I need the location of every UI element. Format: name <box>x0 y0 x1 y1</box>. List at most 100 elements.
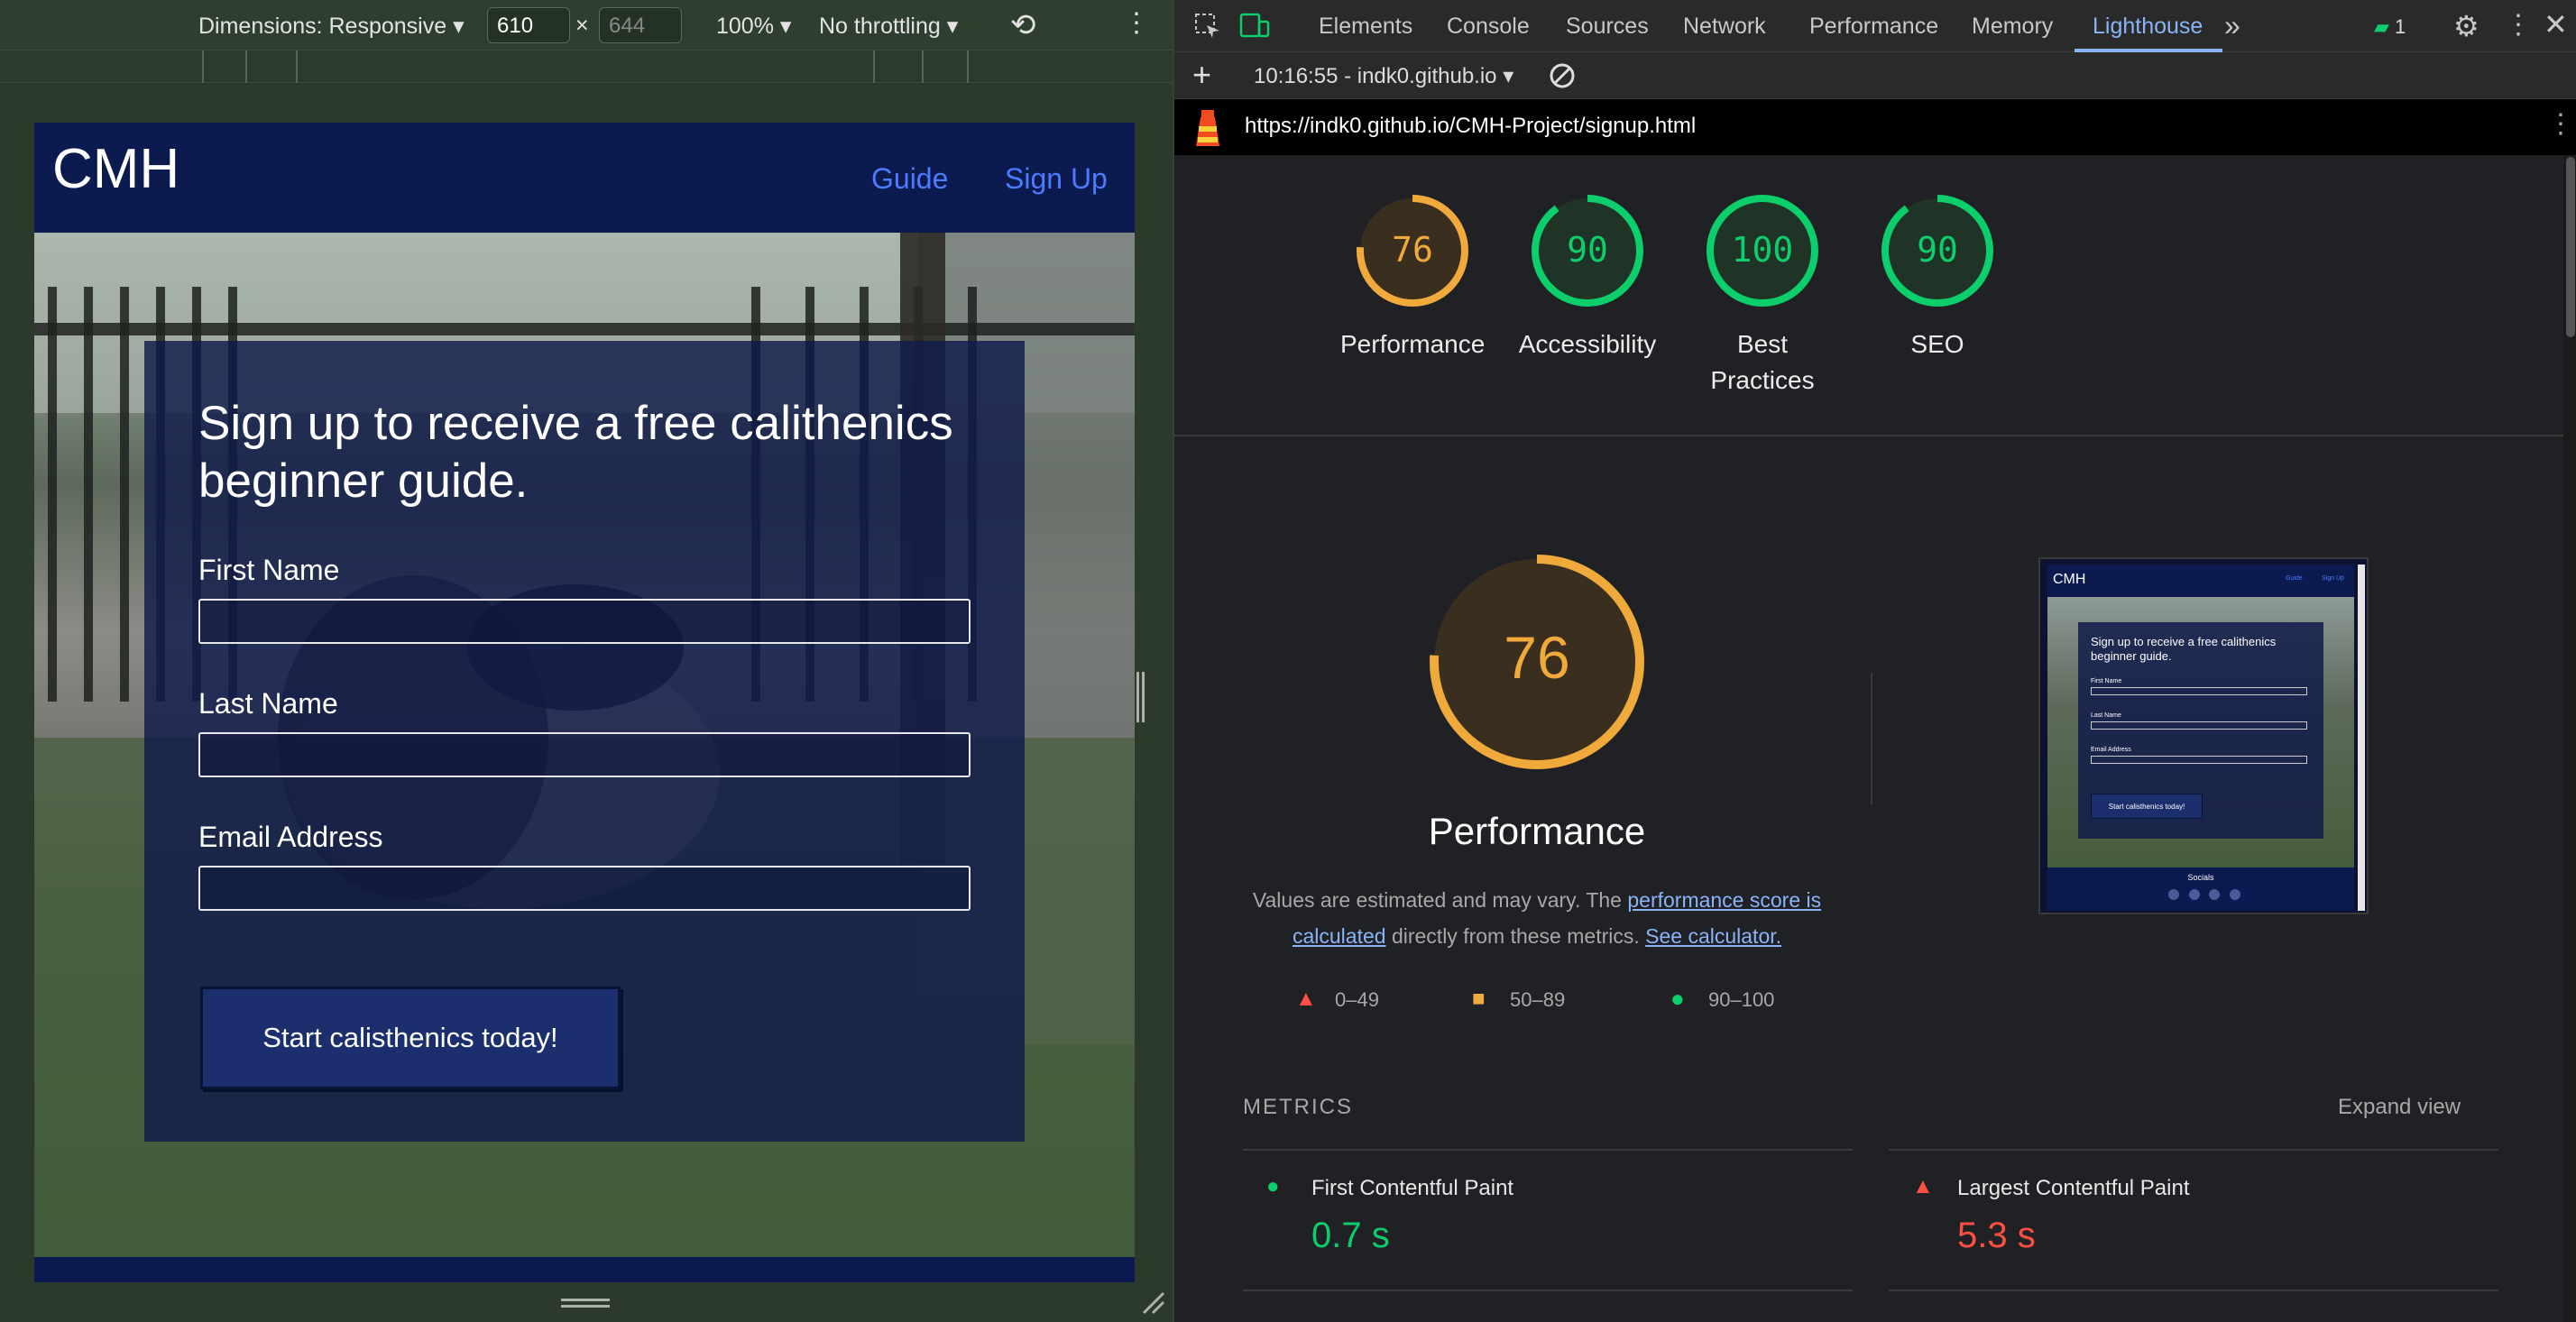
scrollbar-thumb[interactable] <box>2566 157 2575 337</box>
thumb-navbar: CMH Guide Sign Up <box>2047 565 2354 597</box>
tab-memory[interactable]: Memory <box>1972 14 2053 40</box>
nav-link-guide[interactable]: Guide <box>871 162 948 196</box>
dropdown-arrow-icon: ▾ <box>946 14 959 39</box>
metric-lcp-name: Largest Contentful Paint <box>1957 1176 2190 1200</box>
desc-text: Values are estimated and may vary. The <box>1252 888 1628 912</box>
thumb-label: First Name <box>2091 678 2122 684</box>
metric-fcp-value: 0.7 s <box>1311 1216 1390 1255</box>
thumb-nav-signup: Sign Up <box>2322 575 2344 582</box>
report-menu-icon[interactable]: ⋮ <box>2547 108 2574 140</box>
last-name-input[interactable] <box>198 732 971 777</box>
fail-triangle-icon: ▲ <box>1295 987 1317 1011</box>
device-toolbar-icon[interactable] <box>1239 13 1270 40</box>
thumb-footer: Socials <box>2047 868 2354 911</box>
first-name-input[interactable] <box>198 599 971 644</box>
thumb-nav-guide: Guide <box>2286 575 2303 582</box>
width-input[interactable]: 610 <box>487 7 570 43</box>
issues-badge[interactable]: ▰ 1 <box>2374 15 2406 39</box>
site-footer <box>34 1257 1135 1282</box>
gauge-ring: 90 <box>1532 195 1643 307</box>
tab-lighthouse[interactable]: Lighthouse <box>2093 14 2203 40</box>
height-input[interactable]: 644 <box>599 7 682 43</box>
performance-description: Values are estimated and may vary. The p… <box>1210 882 1863 954</box>
social-icon <box>2209 889 2221 900</box>
close-devtools-icon[interactable]: ✕ <box>2544 7 2568 41</box>
gauge-label: Performance <box>1340 330 1486 358</box>
report-url[interactable]: https://indk0.github.io/CMH-Project/sign… <box>1245 114 1696 139</box>
report-time: 10:16:55 - indk0.github.io <box>1254 64 1497 88</box>
zoom-dropdown[interactable]: 100% ▾ <box>716 13 791 40</box>
rotate-icon[interactable]: ⟲ <box>1010 7 1036 43</box>
final-screenshot-thumbnail[interactable]: CMH Guide Sign Up Sign up to receive a f… <box>2038 557 2369 914</box>
devtools-panel: Elements Console Sources Network Perform… <box>1173 0 2576 1322</box>
more-tabs-icon[interactable]: » <box>2224 9 2240 42</box>
metric-fcp-name: First Contentful Paint <box>1311 1176 1514 1200</box>
report-url-bar: https://indk0.github.io/CMH-Project/sign… <box>1174 99 2576 155</box>
clear-reports-icon[interactable] <box>1548 61 1577 90</box>
dimensions-dropdown[interactable]: Dimensions: Responsive ▾ <box>198 13 465 40</box>
throttling-dropdown[interactable]: No throttling ▾ <box>819 13 958 40</box>
customize-menu-icon[interactable]: ⋮ <box>2505 9 2532 41</box>
performance-big-gauge: 76 <box>1430 555 1644 769</box>
new-report-icon[interactable]: + <box>1192 56 1211 94</box>
times-sign: × <box>575 13 589 38</box>
resize-handle-right[interactable] <box>1136 672 1145 722</box>
thumb-input <box>2091 756 2307 764</box>
more-options-icon[interactable]: ⋮ <box>1123 7 1150 39</box>
tab-console[interactable]: Console <box>1447 14 1530 40</box>
score-gauge-best-practices[interactable]: 100 Best Practices <box>1672 191 1853 399</box>
performance-big-score: 76 <box>1504 624 1569 691</box>
tab-elements[interactable]: Elements <box>1319 14 1412 40</box>
divider <box>1889 1149 2498 1151</box>
resize-corner-icon[interactable] <box>1140 1290 1167 1317</box>
resize-handle-bottom[interactable] <box>561 1299 610 1309</box>
divider <box>1174 435 2563 436</box>
thumb-social-icons <box>2168 889 2240 900</box>
pass-circle-icon: ● <box>1266 1174 1280 1198</box>
gauge-score: 90 <box>1567 230 1608 270</box>
score-legend: ▲ 0–49 ■ 50–89 ● 90–100 <box>1295 985 1836 1021</box>
divider <box>1889 1290 2498 1291</box>
thumb-button: Start calisthenics today! <box>2091 794 2203 819</box>
social-icon <box>2168 889 2179 900</box>
site-logo[interactable]: CMH <box>52 137 179 201</box>
nav-link-sign-up[interactable]: Sign Up <box>1005 162 1108 196</box>
score-gauge-accessibility[interactable]: 90 Accessibility <box>1497 191 1678 363</box>
start-calisthenics-button[interactable]: Start calisthenics today! <box>200 987 621 1089</box>
thumb-label: Last Name <box>2091 712 2121 719</box>
thumb-label: Email Address <box>2091 747 2131 753</box>
media-query-bar[interactable] <box>0 50 1173 83</box>
tab-network[interactable]: Network <box>1683 14 1766 40</box>
report-scrollbar[interactable] <box>2563 155 2576 1322</box>
email-input[interactable] <box>198 866 971 911</box>
desc-text: directly from these metrics. <box>1385 924 1646 948</box>
report-selector[interactable]: 10:16:55 - indk0.github.io ▾ <box>1254 63 1513 89</box>
score-gauge-seo[interactable]: 90 SEO <box>1847 191 2028 363</box>
expand-view-toggle[interactable]: Expand view <box>2338 1095 2461 1120</box>
metric-lcp-value: 5.3 s <box>1957 1216 2036 1255</box>
first-name-label: First Name <box>198 554 340 586</box>
gauge-ring: 76 <box>1357 195 1468 307</box>
gauge-ring: 90 <box>1881 195 1993 307</box>
ruler-tick <box>922 50 924 83</box>
performance-title: Performance <box>1428 810 1646 852</box>
tab-performance[interactable]: Performance <box>1809 14 1938 40</box>
gauge-ring: 100 <box>1707 195 1818 307</box>
message-icon: ▰ <box>2374 15 2389 38</box>
ruler-tick <box>873 50 875 83</box>
metrics-heading: METRICS <box>1243 1095 1353 1119</box>
vertical-divider <box>1871 673 1872 804</box>
score-gauge-performance[interactable]: 76 Performance <box>1322 191 1503 363</box>
inspect-element-icon[interactable] <box>1194 13 1221 40</box>
thumb-scrollbar <box>2358 565 2365 911</box>
see-calculator-link[interactable]: See calculator. <box>1645 924 1781 948</box>
site-navbar: CMH Guide Sign Up <box>34 123 1135 233</box>
lighthouse-logo-icon <box>1196 110 1219 146</box>
divider <box>1243 1290 1853 1291</box>
settings-icon[interactable]: ⚙ <box>2453 9 2479 43</box>
dropdown-arrow-icon: ▾ <box>779 14 792 39</box>
dropdown-arrow-icon: ▾ <box>453 14 465 39</box>
tab-sources[interactable]: Sources <box>1566 14 1649 40</box>
signup-heading: Sign up to receive a free calithenics be… <box>198 397 953 508</box>
thumb-hero: Sign up to receive a free calithenics be… <box>2047 597 2354 868</box>
